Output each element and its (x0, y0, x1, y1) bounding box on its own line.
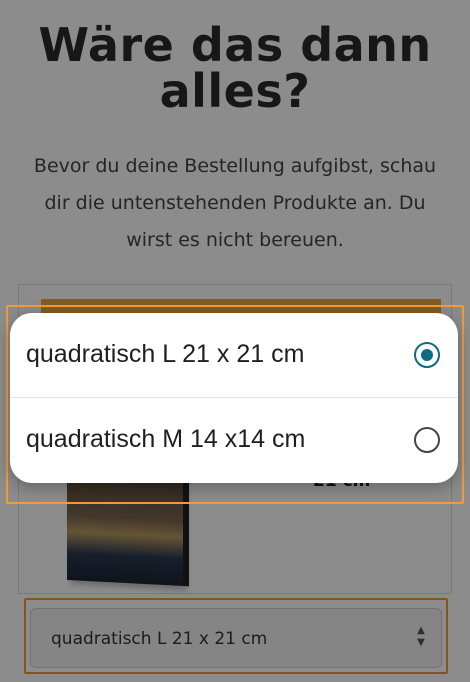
option-label: quadratisch M 14 x14 cm (26, 425, 306, 453)
option-quadratisch-l[interactable]: quadratisch L 21 x 21 cm (10, 313, 458, 398)
radio-checked-icon[interactable] (414, 342, 440, 368)
radio-unchecked-icon[interactable] (414, 427, 440, 453)
option-quadratisch-m[interactable]: quadratisch M 14 x14 cm (10, 398, 458, 483)
size-options-dialog: quadratisch L 21 x 21 cm quadratisch M 1… (10, 313, 458, 483)
option-label: quadratisch L 21 x 21 cm (26, 340, 305, 368)
